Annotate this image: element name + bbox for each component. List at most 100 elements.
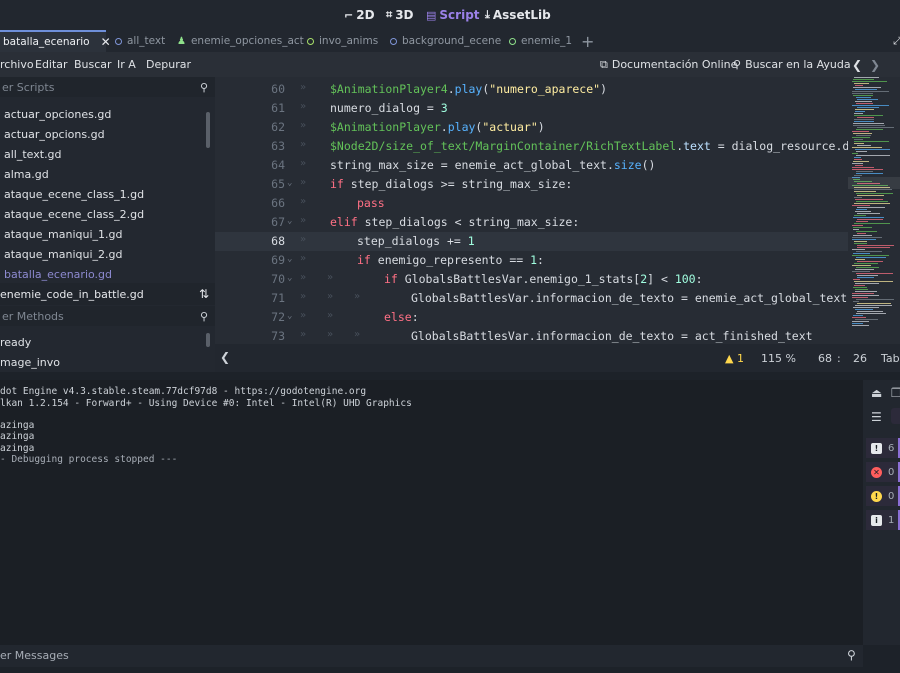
- line-number[interactable]: 64: [245, 158, 285, 172]
- line-number[interactable]: 73: [245, 329, 285, 343]
- message-count: 6: [888, 442, 895, 454]
- indent-mode[interactable]: Tab: [881, 352, 900, 365]
- fold-arrow-icon[interactable]: ⌄: [287, 216, 292, 226]
- minimap-stroke: [852, 153, 858, 154]
- script-list-item[interactable]: actuar_opcions.gd: [4, 128, 105, 141]
- tab-batalla-ecenario[interactable]: batalla_ecenario ✕: [0, 30, 111, 52]
- menu-editar[interactable]: Editar: [35, 58, 68, 71]
- code-line[interactable]: 65 ⌄ » if step_dialogs >= string_max_size:: [215, 175, 848, 194]
- workspace-2d-button[interactable]: ⌐ 2D: [344, 6, 375, 24]
- minimap-viewport[interactable]: [848, 177, 900, 189]
- line-number[interactable]: 69: [245, 253, 285, 267]
- workspace-assetlib-button[interactable]: ⤓ AssetLib: [485, 6, 551, 24]
- code-line[interactable]: 69 ⌄ » if enemigo_represento == 1:: [215, 251, 848, 270]
- minimap-stroke: [852, 131, 869, 132]
- minimap-stroke: [852, 81, 887, 82]
- tab-background-ecene[interactable]: background_ecene: [390, 30, 501, 52]
- tab-invo-anims[interactable]: invo_anims: [307, 30, 378, 52]
- script-list-scrollbar[interactable]: [206, 112, 210, 148]
- filter-list-icon[interactable]: ☰: [871, 410, 882, 424]
- line-number[interactable]: 67: [245, 215, 285, 229]
- distraction-free-button[interactable]: ⤢: [893, 30, 900, 52]
- copy-icon[interactable]: ❐: [891, 386, 900, 400]
- line-number[interactable]: 65: [245, 177, 285, 191]
- search-toggle-icon[interactable]: [891, 408, 900, 424]
- filter-editor-messages-button[interactable]: i 1: [866, 510, 900, 530]
- method-list-item[interactable]: ready: [0, 336, 31, 349]
- tab-enemie-opciones-act[interactable]: ♟ enemie_opciones_act: [177, 30, 304, 52]
- menu-ir-a[interactable]: Ir A: [117, 58, 136, 71]
- plus-icon: +: [581, 31, 595, 51]
- script-list-item[interactable]: all_text.gd: [4, 148, 62, 161]
- close-icon[interactable]: ✕: [101, 35, 111, 49]
- fold-arrow-icon[interactable]: ⌄: [287, 311, 292, 321]
- script-list-item[interactable]: alma.gd: [4, 168, 49, 181]
- filter-methods-input[interactable]: er Methods ⚲: [0, 306, 215, 326]
- code-line[interactable]: 62 » $AnimationPlayer.play("actuar"): [215, 118, 848, 137]
- script-list-item[interactable]: ataque_ecene_class_2.gd: [4, 208, 144, 221]
- toggle-panel-icon[interactable]: ❮: [220, 350, 230, 364]
- code-editor[interactable]: 60 » $AnimationPlayer4.play("numero_aparec…: [215, 77, 848, 344]
- code-line[interactable]: 64 » string_max_size = enemie_act_global_t…: [215, 156, 848, 175]
- code-token: pass: [357, 196, 385, 210]
- menu-depurar[interactable]: Depurar: [146, 58, 191, 71]
- add-tab-button[interactable]: +: [581, 30, 594, 52]
- tab-enemie-1[interactable]: enemie_1: [509, 30, 572, 52]
- method-list-scrollbar[interactable]: [206, 333, 210, 347]
- online-docs-button[interactable]: ⧉ Documentación Online: [600, 58, 737, 72]
- line-number[interactable]: 70: [245, 272, 285, 286]
- sort-icon[interactable]: ⇅: [199, 287, 209, 301]
- fold-arrow-icon[interactable]: ⌄: [287, 254, 292, 264]
- script-list-item[interactable]: ataque_maniqui_1.gd: [4, 228, 122, 241]
- minimap-stroke: [857, 261, 883, 262]
- menu-archivo[interactable]: rchivo: [0, 58, 34, 71]
- workspace-3d-button[interactable]: ⌗ 3D: [386, 6, 414, 24]
- menu-buscar[interactable]: Buscar: [74, 58, 112, 71]
- script-list-item[interactable]: ataque_ecene_class_1.gd: [4, 188, 144, 201]
- error-count: 0: [888, 466, 895, 478]
- search-help-button[interactable]: ⚲ Buscar en la Ayuda: [733, 58, 851, 71]
- fold-arrow-icon[interactable]: ⌄: [287, 273, 292, 283]
- code-token: ] <: [647, 272, 675, 286]
- code-line[interactable]: 63 » $Node2D/size_of_text/MarginContainer/…: [215, 137, 848, 156]
- code-text: $AnimationPlayer.play("actuar"): [330, 120, 545, 134]
- zoom-level[interactable]: 115 %: [761, 352, 796, 365]
- minimap-stroke: [854, 241, 867, 242]
- code-line[interactable]: 70 ⌄ » » if GlobalsBattlesVar.enemigo_1_stat…: [215, 270, 848, 289]
- history-back-icon[interactable]: ❮: [852, 58, 862, 72]
- code-line[interactable]: 68 » step_dialogs += 1: [215, 232, 848, 251]
- line-number[interactable]: 61: [245, 101, 285, 115]
- filter-messages-input[interactable]: er Messages ⚲: [0, 645, 863, 667]
- line-number[interactable]: 60: [245, 82, 285, 96]
- line-number[interactable]: 63: [245, 139, 285, 153]
- filter-scripts-input[interactable]: er Scripts ⚲: [0, 77, 215, 97]
- line-number[interactable]: 66: [245, 196, 285, 210]
- line-number[interactable]: 71: [245, 291, 285, 305]
- method-list-item[interactable]: mage_invo: [0, 356, 60, 369]
- code-line[interactable]: 71 » » » GlobalsBattlesVar.informacion_de_te…: [215, 289, 848, 308]
- script-list-item[interactable]: ataque_maniqui_2.gd: [4, 248, 122, 261]
- fold-arrow-icon[interactable]: ⌄: [287, 178, 292, 188]
- tab-indent-icon: »: [327, 291, 334, 302]
- code-line[interactable]: 66 » pass: [215, 194, 848, 213]
- code-line[interactable]: 60 » $AnimationPlayer4.play("numero_aparec…: [215, 80, 848, 99]
- clear-output-icon[interactable]: ⏏: [871, 386, 882, 400]
- filter-errors-button[interactable]: ✕ 0: [866, 462, 900, 482]
- code-line[interactable]: 72 ⌄ » » else:: [215, 308, 848, 327]
- code-minimap[interactable]: [848, 77, 900, 344]
- history-forward-icon[interactable]: ❯: [870, 58, 880, 72]
- filter-log-button[interactable]: ! 6: [866, 438, 900, 458]
- line-number[interactable]: 68: [245, 234, 285, 248]
- script-list-item-active[interactable]: batalla_ecenario.gd: [4, 268, 112, 281]
- warning-icon[interactable]: ▲: [725, 352, 733, 365]
- code-line[interactable]: 67 ⌄ » elif step_dialogs < string_max_size:: [215, 213, 848, 232]
- script-list-item[interactable]: actuar_opciones.gd: [4, 108, 111, 121]
- tab-all-text[interactable]: all_text: [115, 30, 165, 52]
- code-line[interactable]: 73 » » » GlobalsBattlesVar.informacion_de_te…: [215, 327, 848, 344]
- code-line[interactable]: 61 » numero_dialog = 3: [215, 99, 848, 118]
- line-number[interactable]: 62: [245, 120, 285, 134]
- workspace-script-button[interactable]: ▤ Script: [426, 6, 480, 24]
- line-number[interactable]: 72: [245, 310, 285, 324]
- output-log[interactable]: dot Engine v4.3.stable.steam.77dcf97d8 -…: [0, 380, 863, 645]
- filter-warnings-button[interactable]: ! 0: [866, 486, 900, 506]
